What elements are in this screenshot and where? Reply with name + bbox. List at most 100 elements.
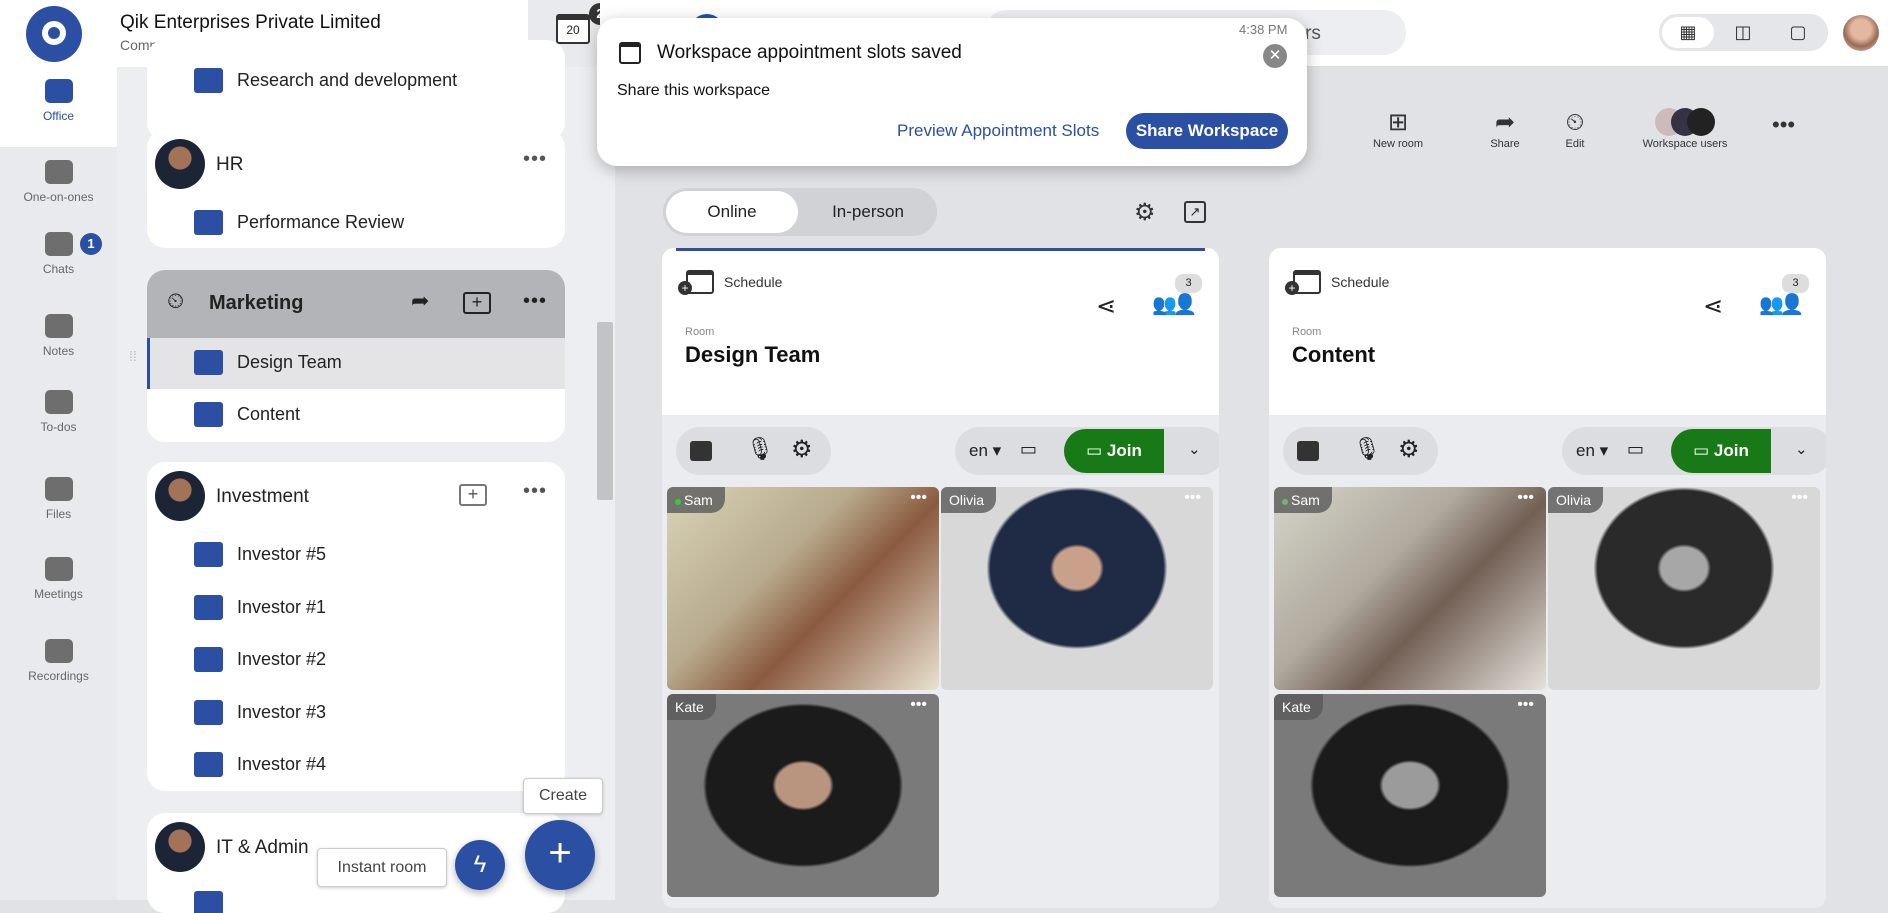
calendar-icon[interactable]: 20	[556, 14, 590, 44]
schedule-button[interactable]: Schedule	[1285, 270, 1389, 295]
files-icon	[44, 477, 73, 501]
microphone-icon[interactable]: 🎙	[746, 436, 774, 462]
share-icon[interactable]: ⋖	[1096, 292, 1116, 321]
sidebar-view-icon[interactable]: ◫	[1717, 17, 1769, 48]
rail-item-recordings[interactable]: Recordings	[0, 627, 117, 707]
participants-icon[interactable]: 👥👤	[1152, 292, 1198, 317]
tab-in-person[interactable]: In-person	[803, 191, 933, 233]
join-button[interactable]: ▭ Join	[1671, 429, 1771, 473]
language-select[interactable]: en ▾	[1576, 441, 1608, 461]
rail-item-office[interactable]: Office	[0, 67, 117, 147]
edit-workspace-icon: ⏲	[1565, 109, 1585, 136]
more-icon[interactable]: •••	[523, 290, 547, 313]
more-icon[interactable]: •••	[523, 148, 547, 171]
rail-item-meetings[interactable]: Meetings	[0, 545, 117, 625]
avatar	[155, 822, 205, 872]
group-name[interactable]: IT & Admin	[216, 837, 309, 859]
room-item-selected[interactable]: Design Team	[194, 350, 342, 375]
sidebar-scrollbar[interactable]	[597, 322, 613, 500]
group-name[interactable]: Investment	[216, 486, 309, 508]
more-icon[interactable]: •••	[910, 489, 927, 507]
chevron-down-icon[interactable]: ⌄	[1188, 440, 1201, 458]
rail-item-to-dos[interactable]: To-dos	[0, 378, 117, 458]
add-room-icon[interactable]: +	[463, 292, 491, 314]
workspace-users-button[interactable]: Workspace users	[1630, 108, 1740, 150]
room-color-icon	[194, 752, 223, 777]
instant-room-button[interactable]: ϟ	[455, 840, 505, 890]
room-label: Investor #2	[237, 649, 327, 669]
single-view-icon[interactable]: ▢	[1772, 17, 1824, 48]
more-icon[interactable]: •••	[1791, 489, 1808, 507]
participant-label: Sam	[684, 492, 713, 508]
room-item[interactable]: Investor #1	[194, 594, 326, 620]
room-item[interactable]: Research and development	[194, 68, 457, 93]
tab-online[interactable]: Online	[666, 191, 798, 233]
more-icon[interactable]: •••	[1517, 696, 1534, 714]
more-icon[interactable]: •••	[523, 480, 547, 503]
share-icon[interactable]: ⋖	[1703, 292, 1723, 321]
chevron-down-icon[interactable]: ⌄	[1795, 440, 1808, 458]
video-tile[interactable]: Sam •••	[667, 487, 939, 690]
room-color-icon	[194, 594, 223, 620]
new-room-icon: ⊞	[1387, 109, 1409, 136]
room-item[interactable]: Investor #5	[194, 542, 326, 567]
preview-slots-link[interactable]: Preview Appointment Slots	[897, 121, 1099, 141]
group-name[interactable]: Marketing	[209, 292, 303, 315]
open-external-icon[interactable]: ↗	[1184, 201, 1206, 223]
room-item[interactable]: Investor #3	[194, 699, 326, 725]
room-item[interactable]: Investor #2	[194, 647, 326, 672]
device-settings-icon[interactable]: ⚙	[1398, 435, 1420, 464]
more-icon[interactable]: •••	[1184, 489, 1201, 507]
edit-button[interactable]: ⏲ Edit	[1550, 108, 1600, 150]
join-button[interactable]: ▭ Join	[1064, 429, 1164, 473]
group-card-hr: HR ••• Performance Review	[147, 130, 565, 248]
group-name[interactable]: HR	[216, 154, 243, 176]
user-avatar[interactable]	[1843, 15, 1879, 51]
video-tile[interactable]: Kate •••	[1274, 694, 1546, 897]
workspace-users-label: Workspace users	[1642, 138, 1728, 150]
language-value: en	[1576, 441, 1595, 460]
device-settings-icon[interactable]: ⚙	[791, 435, 813, 464]
rail-item-one-on-ones[interactable]: One-on-ones	[0, 148, 117, 228]
camera-icon[interactable]	[1297, 441, 1319, 461]
room-item[interactable]: Content	[194, 402, 300, 427]
share-icon[interactable]: ➦	[411, 288, 429, 314]
video-tile[interactable]: Kate •••	[667, 694, 939, 897]
more-icon[interactable]: •••	[1772, 112, 1795, 138]
whiteboard-icon[interactable]: ▭	[1627, 439, 1644, 460]
settings-icon[interactable]: ⚙	[1134, 198, 1156, 227]
close-icon[interactable]: ✕	[1263, 44, 1287, 68]
microphone-icon[interactable]: 🎙	[1353, 436, 1381, 462]
grid-view-icon[interactable]: ▦	[1662, 17, 1714, 48]
add-room-icon[interactable]: +	[459, 484, 487, 506]
more-icon[interactable]: •••	[1517, 489, 1534, 507]
share-workspace-button[interactable]: Share Workspace	[1126, 113, 1288, 149]
rail-item-chats[interactable]: Chats	[0, 220, 117, 300]
video-tile[interactable]: Sam •••	[1274, 487, 1546, 690]
share-button[interactable]: ➦ Share	[1480, 108, 1530, 150]
new-room-button[interactable]: ⊞ New room	[1368, 108, 1428, 150]
room-item[interactable]	[194, 891, 237, 913]
popup-time: 4:38 PM	[1239, 22, 1288, 37]
rail-item-files[interactable]: Files	[0, 465, 117, 545]
join-label: Join	[1713, 441, 1749, 460]
room-item[interactable]: Investor #4	[194, 752, 326, 777]
video-tile[interactable]: Olivia •••	[1548, 487, 1820, 690]
avatar	[155, 471, 205, 521]
room-color-icon	[194, 699, 223, 725]
people-icon	[44, 160, 73, 184]
participants-icon[interactable]: 👥👤	[1759, 292, 1805, 317]
room-name: Design Team	[685, 342, 821, 367]
create-button[interactable]: +	[525, 820, 595, 890]
language-select[interactable]: en ▾	[969, 441, 1001, 461]
schedule-button[interactable]: Schedule	[678, 270, 782, 295]
rail-item-notes[interactable]: Notes	[0, 302, 117, 382]
whiteboard-icon[interactable]: ▭	[1020, 439, 1037, 460]
participant-count: 3	[1175, 274, 1202, 293]
camera-icon[interactable]	[690, 441, 712, 461]
qik-logo[interactable]	[26, 6, 82, 62]
video-tile[interactable]: Olivia •••	[941, 487, 1213, 690]
drag-handle-icon[interactable]: ⁞⁞	[129, 349, 137, 363]
room-item[interactable]: Performance Review	[194, 210, 404, 235]
more-icon[interactable]: •••	[910, 696, 927, 714]
